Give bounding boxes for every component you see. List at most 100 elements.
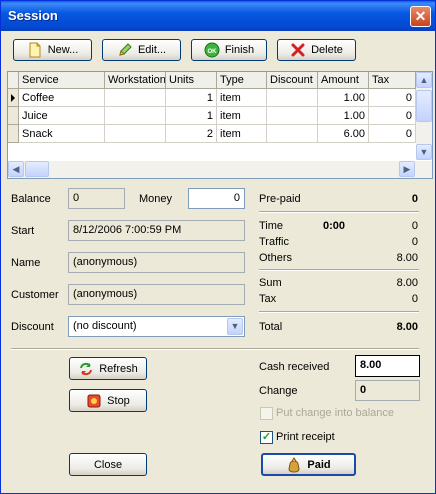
new-button[interactable]: New... <box>13 39 92 61</box>
print-receipt-checkbox[interactable]: ✓ <box>260 431 273 444</box>
table-cell[interactable]: item <box>217 107 267 125</box>
table-cell[interactable] <box>105 107 166 125</box>
session-window: Session ✕ New... Edit... OK Finish Delet… <box>0 0 436 494</box>
table-cell[interactable]: Coffee <box>19 89 105 107</box>
row-indicator[interactable] <box>8 107 19 125</box>
row-indicator[interactable] <box>8 125 19 143</box>
column-header-service[interactable]: Service <box>19 72 105 89</box>
paid-button[interactable]: Paid <box>261 453 356 476</box>
table-cell[interactable] <box>105 89 166 107</box>
put-change-label: Put change into balance <box>276 407 395 419</box>
current-row-arrow-icon <box>11 94 15 102</box>
tax-value: 0 <box>411 293 418 305</box>
discount-select[interactable]: (no discount) ▼ <box>68 316 245 337</box>
table-cell[interactable]: Juice <box>19 107 105 125</box>
table-cell[interactable]: 1 <box>166 107 217 125</box>
pencil-icon <box>117 42 133 58</box>
name-field: (anonymous) <box>68 252 245 273</box>
scroll-left-button[interactable]: ◀ <box>8 161 24 177</box>
row-indicator[interactable] <box>8 89 19 107</box>
print-receipt-label: Print receipt <box>276 431 335 443</box>
start-label: Start <box>11 225 35 237</box>
services-table[interactable]: Service Workstation Units Type Discount … <box>7 71 433 179</box>
table-cell[interactable]: 1.00 <box>318 89 369 107</box>
chevron-up-icon: ▲ <box>419 75 429 85</box>
refresh-button[interactable]: Refresh <box>69 357 147 380</box>
close-button[interactable]: Close <box>69 453 147 476</box>
divider <box>259 311 419 313</box>
column-header-tax[interactable]: Tax <box>369 72 416 89</box>
tax-label: Tax <box>259 293 277 305</box>
name-label: Name <box>11 257 41 269</box>
others-value: 8.00 <box>396 252 418 264</box>
scroll-down-button[interactable]: ▼ <box>416 144 432 160</box>
balance-label: Balance <box>11 193 51 205</box>
stop-button-label: Stop <box>107 394 130 407</box>
new-document-icon <box>27 42 43 58</box>
scroll-right-button[interactable]: ▶ <box>399 161 415 177</box>
money-label: Money <box>139 193 173 205</box>
column-header-discount[interactable]: Discount <box>267 72 318 89</box>
traffic-label: Traffic <box>259 236 289 248</box>
table-cell[interactable]: 2 <box>166 125 217 143</box>
money-input[interactable]: 0 <box>188 188 245 209</box>
chevron-down-icon: ▼ <box>230 321 240 331</box>
table-cell[interactable]: 1.00 <box>318 107 369 125</box>
money-bag-icon <box>286 456 302 473</box>
ok-icon: OK <box>204 42 220 58</box>
discount-selected-value: (no discount) <box>73 320 137 332</box>
vertical-scroll-thumb[interactable] <box>416 90 432 122</box>
column-header-units[interactable]: Units <box>166 72 217 89</box>
scroll-up-button[interactable]: ▲ <box>416 72 432 88</box>
refresh-button-label: Refresh <box>99 362 138 375</box>
table-cell[interactable]: Snack <box>19 125 105 143</box>
table-cell[interactable]: item <box>217 125 267 143</box>
sum-label: Sum <box>259 277 282 289</box>
table-cell[interactable]: 6.00 <box>318 125 369 143</box>
finish-button-label: Finish <box>224 44 255 56</box>
table-cell[interactable]: 0 <box>369 89 416 107</box>
close-icon: ✕ <box>414 8 427 24</box>
title-bar[interactable]: Session ✕ <box>1 1 435 31</box>
vertical-scrollbar[interactable]: ▲ ▼ <box>416 72 432 160</box>
column-header-amount[interactable]: Amount <box>318 72 369 89</box>
cash-received-input[interactable]: 8.00 <box>355 355 420 377</box>
total-label: Total <box>259 321 283 333</box>
svg-text:OK: OK <box>207 49 217 55</box>
stop-button[interactable]: Stop <box>69 389 147 412</box>
divider <box>259 269 419 271</box>
discount-dropdown-button[interactable]: ▼ <box>227 318 243 335</box>
stop-icon <box>86 393 102 409</box>
start-field: 8/12/2006 7:00:59 PM <box>68 220 245 241</box>
column-header-workstation[interactable]: Workstation <box>105 72 166 89</box>
change-field: 0 <box>355 380 420 401</box>
others-label: Others <box>259 252 293 264</box>
edit-button-label: Edit... <box>137 44 167 56</box>
column-header-type[interactable]: Type <box>217 72 267 89</box>
close-button-label: Close <box>93 458 123 471</box>
finish-button[interactable]: OK Finish <box>191 39 267 61</box>
table-cell[interactable] <box>267 107 318 125</box>
row-header-corner <box>8 72 19 89</box>
horizontal-scrollbar[interactable]: ◀ ▶ <box>8 161 432 178</box>
cash-received-label: Cash received <box>259 361 330 373</box>
table-cell[interactable] <box>105 125 166 143</box>
chevron-right-icon: ▶ <box>403 164 411 174</box>
close-window-button[interactable]: ✕ <box>410 6 431 27</box>
table-cell[interactable]: 0 <box>369 107 416 125</box>
section-divider <box>11 348 419 350</box>
refresh-icon <box>78 361 94 377</box>
edit-button[interactable]: Edit... <box>102 39 181 61</box>
balance-field: 0 <box>68 188 125 209</box>
delete-x-icon <box>290 42 306 58</box>
change-label: Change <box>259 385 298 397</box>
table-cell[interactable]: 1 <box>166 89 217 107</box>
table-cell[interactable]: item <box>217 89 267 107</box>
horizontal-scroll-thumb[interactable] <box>25 161 49 177</box>
table-cell[interactable]: 0 <box>369 125 416 143</box>
table-cell[interactable] <box>267 125 318 143</box>
delete-button[interactable]: Delete <box>277 39 356 61</box>
put-change-checkbox[interactable] <box>260 407 273 420</box>
table-cell[interactable] <box>267 89 318 107</box>
window-title: Session <box>8 8 58 23</box>
